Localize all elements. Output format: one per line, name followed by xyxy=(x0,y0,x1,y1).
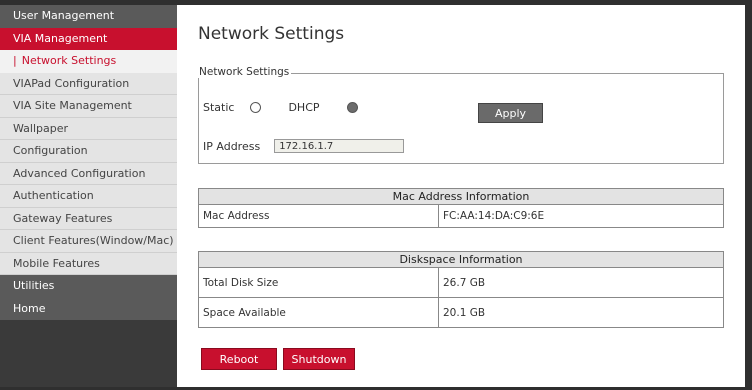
sidebar-item-label: Client Features(Window/Mac) xyxy=(13,234,174,247)
mac-address-label: Mac Address xyxy=(198,204,439,228)
sidebar-item-label: VIA Management xyxy=(13,31,108,45)
table-row: Total Disk Size 26.7 GB xyxy=(198,267,724,298)
mac-address-value: FC:AA:14:DA:C9:6E xyxy=(438,204,724,228)
dhcp-label: DHCP xyxy=(288,101,320,114)
mac-address-table: Mac Address Information Mac Address FC:A… xyxy=(198,188,724,228)
sidebar-item-authentication[interactable]: Authentication xyxy=(0,185,177,208)
sidebar-item-label: Advanced Configuration xyxy=(13,166,146,180)
sidebar-item-client-features[interactable]: Client Features(Window/Mac) xyxy=(0,230,177,253)
sidebar-item-configuration[interactable]: Configuration xyxy=(0,140,177,163)
sidebar-item-home[interactable]: Home xyxy=(0,297,177,320)
sidebar-item-label: Wallpaper xyxy=(13,121,69,135)
total-disk-size-label: Total Disk Size xyxy=(198,267,439,298)
static-label: Static xyxy=(203,101,235,114)
mode-radio-group: Static DHCP xyxy=(203,101,358,114)
sidebar-item-label: Mobile Features xyxy=(13,256,100,270)
sidebar-item-wallpaper[interactable]: Wallpaper xyxy=(0,117,177,140)
sidebar-item-mobile-features[interactable]: Mobile Features xyxy=(0,252,177,275)
sidebar-item-label: Utilities xyxy=(13,279,55,292)
sidebar-item-label: User Management xyxy=(13,9,115,22)
table-row: Space Available 20.1 GB xyxy=(198,297,724,328)
space-available-label: Space Available xyxy=(198,297,439,328)
apply-button[interactable]: Apply xyxy=(478,103,543,123)
sidebar-item-label: Home xyxy=(13,301,46,315)
fieldset-legend: Network Settings xyxy=(197,66,292,78)
diskspace-table: Diskspace Information Total Disk Size 26… xyxy=(198,251,724,328)
ip-address-row: IP Address xyxy=(203,139,405,153)
sidebar-item-viapad-configuration[interactable]: VIAPad Configuration xyxy=(0,72,177,95)
table-row: Mac Address FC:AA:14:DA:C9:6E xyxy=(198,204,724,228)
sidebar-item-label: Authentication xyxy=(13,189,94,202)
sidebar-item-gateway-features[interactable]: Gateway Features xyxy=(0,207,177,230)
sidebar-item-label: VIA Site Management xyxy=(13,99,132,112)
sidebar-item-user-management[interactable]: User Management xyxy=(0,5,177,28)
sidebar-item-via-site-management[interactable]: VIA Site Management xyxy=(0,95,177,118)
sidebar-item-via-management[interactable]: VIA Management xyxy=(0,27,177,50)
sidebar-item-utilities[interactable]: Utilities xyxy=(0,275,177,298)
dhcp-radio[interactable] xyxy=(346,102,358,113)
sub-marker: | xyxy=(13,54,17,67)
static-radio[interactable] xyxy=(250,102,262,113)
sidebar-item-label: Gateway Features xyxy=(13,211,113,225)
sidebar-item-label: Network Settings xyxy=(21,54,117,67)
total-disk-size-value: 26.7 GB xyxy=(438,267,724,298)
page-title: Network Settings xyxy=(198,24,345,44)
main-content: Network Settings Network Settings Static… xyxy=(177,5,745,387)
reboot-button[interactable]: Reboot xyxy=(201,348,277,370)
mac-table-header: Mac Address Information xyxy=(198,188,724,205)
sidebar-item-label: Configuration xyxy=(13,144,88,157)
shutdown-button[interactable]: Shutdown xyxy=(283,348,355,370)
network-settings-fieldset: Network Settings Static DHCP Apply IP Ad… xyxy=(197,66,724,164)
sidebar-item-network-settings[interactable]: | Network Settings xyxy=(0,50,177,73)
right-border xyxy=(745,0,752,390)
space-available-value: 20.1 GB xyxy=(438,297,724,328)
sidebar-item-label: VIAPad Configuration xyxy=(13,76,130,90)
ip-address-label: IP Address xyxy=(203,139,261,153)
ip-address-input[interactable] xyxy=(274,139,405,153)
sidebar-item-advanced-configuration[interactable]: Advanced Configuration xyxy=(0,162,177,185)
disk-table-header: Diskspace Information xyxy=(198,251,724,268)
sidebar: User Management VIA Management | Network … xyxy=(0,5,177,387)
